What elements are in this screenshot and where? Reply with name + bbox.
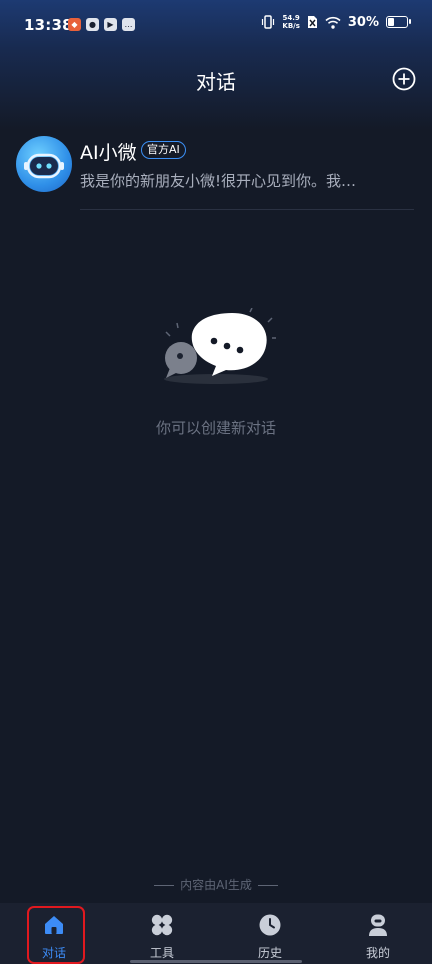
tab-history[interactable]: 历史 xyxy=(216,903,324,964)
tab-profile[interactable]: 我的 xyxy=(324,903,432,964)
app-notification-icon: ◆ xyxy=(68,18,81,31)
wifi-icon xyxy=(325,16,341,29)
clock-icon xyxy=(259,914,281,936)
app-notification-icon: ● xyxy=(86,18,99,31)
battery-percent: 30% xyxy=(347,14,379,30)
status-bar: 13:38 ◆ ● ▶ … 54.9 KB/s 30% xyxy=(0,0,432,52)
no-sim-icon xyxy=(307,16,317,28)
battery-icon xyxy=(386,16,411,28)
list-divider xyxy=(80,209,414,210)
official-badge: 官方AI xyxy=(141,141,186,159)
tools-icon xyxy=(151,914,173,936)
vibrate-icon xyxy=(262,15,275,29)
message-notification-icon: … xyxy=(122,18,135,31)
conversation-item[interactable]: AI小微 官方AI 我是你的新朋友小微!很开心见到你。我… xyxy=(16,133,416,209)
status-time: 13:38 xyxy=(24,16,73,34)
chat-bubbles-icon xyxy=(164,308,276,384)
add-conversation-button[interactable] xyxy=(392,67,416,91)
conversation-preview: 我是你的新朋友小微!很开心见到你。我… xyxy=(80,172,357,190)
highlight-box xyxy=(27,906,85,964)
profile-icon xyxy=(369,914,387,936)
home-indicator xyxy=(130,960,302,963)
robot-icon xyxy=(24,153,64,179)
network-speed: 54.9 KB/s xyxy=(282,14,300,30)
system-status: 54.9 KB/s 30% xyxy=(261,14,411,30)
play-notification-icon: ▶ xyxy=(104,18,117,31)
conversation-name: AI小微 xyxy=(80,142,137,164)
empty-state-text: 你可以创建新对话 xyxy=(155,419,276,437)
page-title: 对话 xyxy=(196,70,236,94)
ai-avatar xyxy=(16,136,72,192)
tab-tools[interactable]: 工具 xyxy=(108,903,216,964)
notification-icons: ◆ ● ▶ … xyxy=(68,18,135,31)
ai-generated-note: 内容由AI生成 xyxy=(0,876,432,893)
